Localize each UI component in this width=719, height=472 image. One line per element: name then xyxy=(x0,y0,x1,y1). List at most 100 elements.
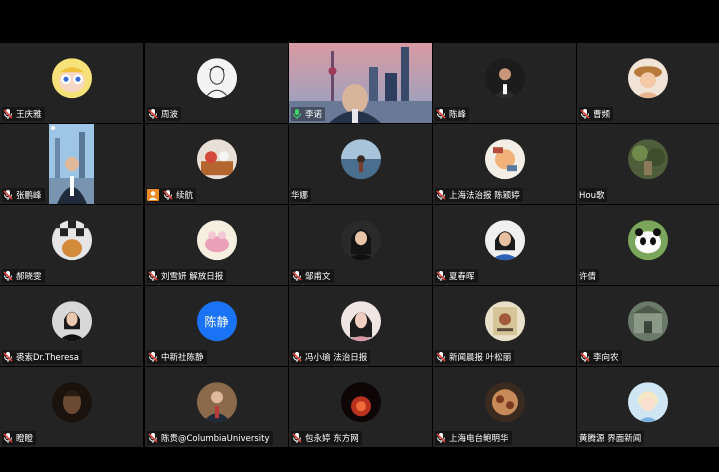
name-tag: 中新社陈静 xyxy=(147,350,207,364)
name-tag: 冯小瑜 法治日报 xyxy=(291,350,371,364)
name-tag: 上海电台鲍明华 xyxy=(435,431,512,445)
participant-label: 陈贵@ColumbiaUniversity xyxy=(147,431,273,445)
participant-name: 张鹏峰 xyxy=(16,191,42,201)
name-tag: 许倩 xyxy=(579,269,600,283)
participant-label: 郝晓雯 xyxy=(2,269,45,283)
name-tag: 陈贵@ColumbiaUniversity xyxy=(147,431,273,445)
participant-tile[interactable]: 冯小瑜 法治日报 xyxy=(289,286,432,366)
participant-name: 上海法治报 陈颖婷 xyxy=(449,191,520,201)
participant-name: 新闻晨报 叶松丽 xyxy=(449,353,512,363)
avatar xyxy=(628,58,668,99)
mic-muted-icon xyxy=(2,351,14,363)
participant-label: 李向农 xyxy=(579,350,622,364)
avatar xyxy=(51,220,92,261)
name-tag: Hou歌 xyxy=(579,188,608,202)
participant-label: 许倩 xyxy=(579,269,600,283)
participant-tile[interactable]: Hou歌 xyxy=(577,124,719,204)
participant-tile[interactable]: 邹甫文 xyxy=(289,205,432,285)
avatar xyxy=(484,58,525,99)
participant-label: 续航 xyxy=(147,188,197,202)
mic-muted-icon xyxy=(147,108,159,120)
participant-tile[interactable]: 许倩 xyxy=(577,205,719,285)
participant-tile[interactable]: 王庆雅 xyxy=(0,43,143,123)
participant-tile[interactable]: 裘索Dr.Theresa xyxy=(0,286,143,366)
mic-muted-icon xyxy=(435,270,447,282)
participant-tile[interactable]: 曹频 xyxy=(577,43,719,123)
avatar xyxy=(484,301,525,342)
avatar xyxy=(340,139,381,180)
name-tag: 续航 xyxy=(147,188,197,202)
participant-name: 华娜 xyxy=(291,191,309,201)
mic-muted-icon xyxy=(2,189,14,201)
participant-tile[interactable]: 华娜 xyxy=(289,124,432,204)
participant-tile[interactable]: 周波 xyxy=(145,43,288,123)
name-tag: 新闻晨报 叶松丽 xyxy=(435,350,515,364)
mic-muted-icon xyxy=(579,351,591,363)
participant-tile[interactable]: 李诺 xyxy=(289,43,432,123)
participant-tile[interactable]: 刘雪妍 解放日报 xyxy=(145,205,288,285)
mic-muted-icon xyxy=(147,270,159,282)
name-tag: 王庆雅 xyxy=(2,107,45,121)
mic-muted-icon xyxy=(162,189,174,201)
participant-name: 上海电台鲍明华 xyxy=(449,434,509,444)
name-tag: 上海法治报 陈颖婷 xyxy=(435,188,523,202)
participant-tile[interactable]: 陈峰 xyxy=(433,43,576,123)
participant-tile[interactable]: 张鹏峰 xyxy=(0,124,143,204)
name-tag: 裘索Dr.Theresa xyxy=(2,350,82,364)
mic-muted-icon xyxy=(2,108,14,120)
name-tag: 刘雪妍 解放日报 xyxy=(147,269,227,283)
participant-label: 华娜 xyxy=(291,188,312,202)
participant-tile[interactable]: 新闻晨报 叶松丽 xyxy=(433,286,576,366)
participant-name: 王庆雅 xyxy=(16,110,42,120)
participant-name: 曹频 xyxy=(593,110,611,120)
name-tag: 瞪瞪 xyxy=(2,431,37,445)
name-tag: 夏春晖 xyxy=(435,269,478,283)
name-tag: 邹甫文 xyxy=(291,269,334,283)
participant-name: 郝晓雯 xyxy=(16,272,42,282)
participant-name: 续航 xyxy=(176,191,194,201)
participant-name: 周波 xyxy=(161,110,179,120)
mic-muted-icon xyxy=(435,351,447,363)
participant-tile[interactable]: 陈贵@ColumbiaUniversity xyxy=(145,367,288,447)
gallery-view-grid: 王庆雅 周波 李诺 陈峰 曹频张鹏峰 续航 华娜 上海法治报 陈颖婷 Hou歌郝晓雯 刘雪妍 解放… xyxy=(0,43,719,448)
participant-name: 裘索Dr.Theresa xyxy=(16,353,79,363)
participant-label: Hou歌 xyxy=(579,188,608,202)
participant-label: 上海法治报 陈颖婷 xyxy=(435,188,523,202)
participant-name: 李诺 xyxy=(305,110,323,120)
participant-name: 刘雪妍 解放日报 xyxy=(161,272,224,282)
participant-label: 裘索Dr.Theresa xyxy=(2,350,82,364)
participant-tile[interactable]: 夏春晖 xyxy=(433,205,576,285)
avatar xyxy=(196,58,237,99)
participant-tile[interactable]: 上海法治报 陈颖婷 xyxy=(433,124,576,204)
name-tag: 曹频 xyxy=(579,107,614,121)
participant-tile[interactable]: 郝晓雯 xyxy=(0,205,143,285)
participant-label: 上海电台鲍明华 xyxy=(435,431,512,445)
participant-label: 夏春晖 xyxy=(435,269,478,283)
mic-muted-icon xyxy=(2,432,14,444)
avatar xyxy=(51,382,92,423)
participant-tile[interactable]: 包永婷 东方网 xyxy=(289,367,432,447)
participant-tile[interactable]: 瞪瞪 xyxy=(0,367,143,447)
participant-name: 陈峰 xyxy=(449,110,467,120)
participant-label: 曹频 xyxy=(579,107,614,121)
participant-tile[interactable]: 上海电台鲍明华 xyxy=(433,367,576,447)
participant-name: 瞪瞪 xyxy=(16,434,34,444)
name-tag: 周波 xyxy=(147,107,182,121)
participant-name: 黄腾源 界面新闻 xyxy=(579,434,642,444)
avatar xyxy=(484,382,525,423)
participant-tile[interactable]: 李向农 xyxy=(577,286,719,366)
name-tag: 黄腾源 界面新闻 xyxy=(579,431,645,445)
participant-name: 夏春晖 xyxy=(449,272,475,282)
participant-label: 张鹏峰 xyxy=(2,188,45,202)
avatar xyxy=(51,301,92,342)
participant-label: 周波 xyxy=(147,107,182,121)
name-tag: 华娜 xyxy=(291,188,312,202)
avatar xyxy=(196,220,237,261)
participant-tile[interactable]: 续航 xyxy=(145,124,288,204)
participant-label: 冯小瑜 法治日报 xyxy=(291,350,371,364)
avatar xyxy=(484,220,525,261)
mic-muted-icon xyxy=(2,270,14,282)
avatar xyxy=(628,301,668,342)
participant-tile[interactable]: 黄腾源 界面新闻 xyxy=(577,367,719,447)
participant-tile[interactable]: 陈静 中新社陈静 xyxy=(145,286,288,366)
